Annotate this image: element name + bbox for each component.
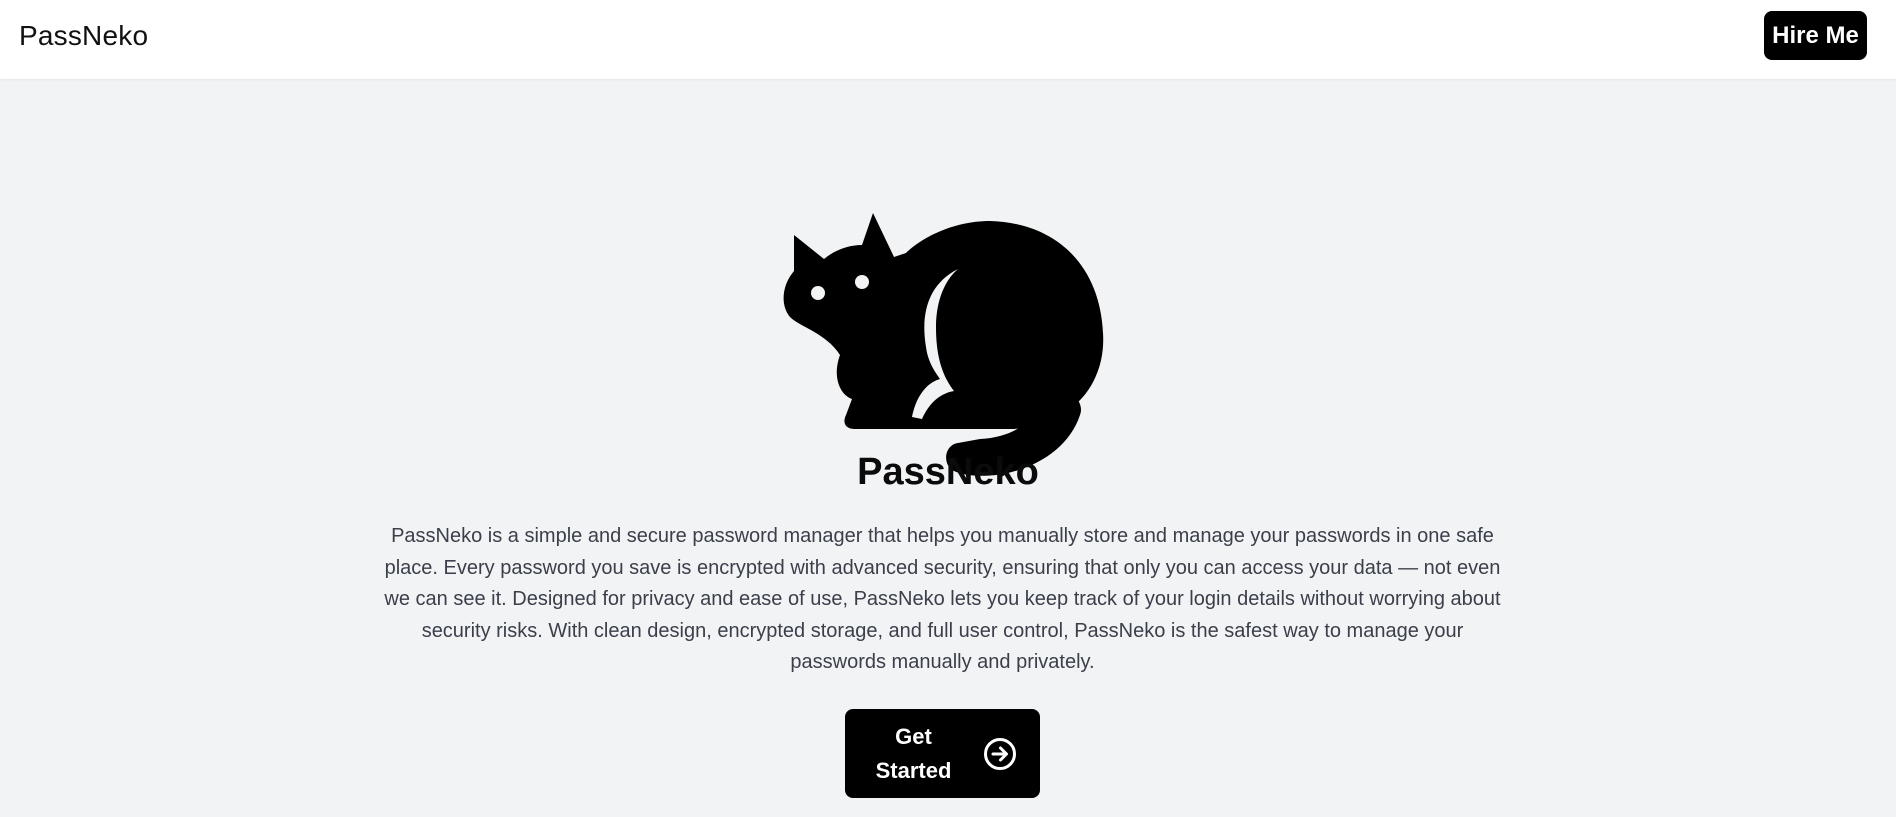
arrow-right-circle-icon	[983, 737, 1017, 771]
brand-logo-text[interactable]: PassNeko	[19, 20, 148, 52]
get-started-button[interactable]: Get Started	[845, 709, 1040, 798]
hire-me-button[interactable]: Hire Me	[1764, 11, 1867, 60]
get-started-label: Get Started	[875, 723, 952, 783]
hero-description: PassNeko is a simple and secure password…	[384, 525, 1501, 673]
hero-section: PassNeko PassNeko is a simple and secure…	[0, 79, 1896, 817]
hero-title: PassNeko	[857, 451, 1039, 493]
navbar: PassNeko Hire Me	[0, 0, 1896, 79]
